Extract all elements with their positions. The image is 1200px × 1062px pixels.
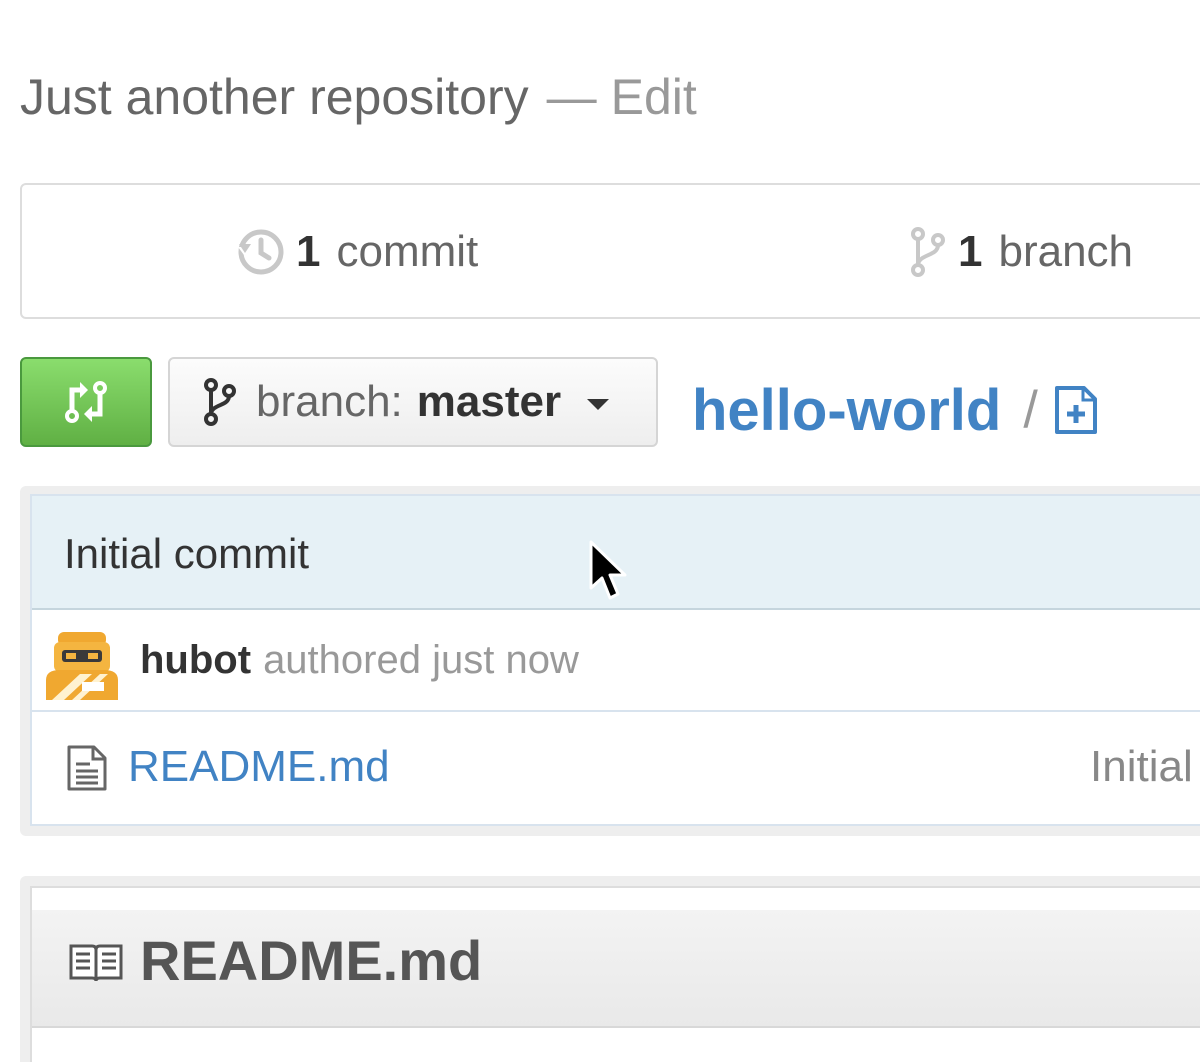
numbers-summary: 1 commit 1 branch [20,183,1200,319]
git-branch-icon [911,227,945,277]
git-branch-icon [204,378,236,426]
file-wrap: Initial commit hubot authored just now R… [20,486,1200,836]
mouse-cursor-icon [589,540,627,600]
compare-icon [65,381,107,423]
description-separator: — [546,69,597,125]
branch-select-button[interactable]: branch: master [168,357,658,447]
path-separator: / [1023,381,1038,439]
commit-title[interactable]: Initial commit [64,530,309,578]
avatar[interactable] [46,630,118,700]
commit-meta-row: hubot authored just now [32,610,1200,712]
commits-label: commit [336,227,479,276]
branches-count: 1 [958,227,983,276]
file-commit-message[interactable]: Initial [1090,742,1193,792]
commits-summary-link[interactable]: 1 commit [236,227,478,277]
compare-button[interactable] [20,357,152,447]
repository-root-link[interactable]: hello-world [692,377,1001,444]
repository-description: Just another repository — Edit [20,66,697,128]
current-branch-name: master [416,377,562,426]
edit-description-link[interactable]: Edit [611,69,697,125]
new-file-icon[interactable] [1054,385,1098,435]
repository-page: Just another repository — Edit 1 commit 1 … [0,0,1200,1062]
history-icon [238,229,284,275]
breadcrumb: hello-world / [692,370,1098,450]
commit-time: authored just now [263,638,579,682]
readme-title: README.md [140,929,483,992]
branches-summary-link[interactable]: 1 branch [908,227,1133,277]
branch-select-prefix: branch: [256,377,403,426]
readme-container: README.md [30,886,1200,1062]
book-icon [69,944,123,982]
triangle-down-icon [587,398,610,410]
branches-label: branch [998,227,1134,276]
commit-author-link[interactable]: hubot [140,638,251,682]
commit-meta: hubot authored just now [140,638,579,683]
readme-header: README.md [32,910,1200,1028]
repository-description-text: Just another repository [20,69,529,125]
file-link[interactable]: README.md [128,742,390,792]
file-text-icon [67,745,107,791]
file-row: README.md Initial [32,712,1200,824]
readme-wrap: README.md [20,876,1200,1062]
commits-count: 1 [296,227,321,276]
